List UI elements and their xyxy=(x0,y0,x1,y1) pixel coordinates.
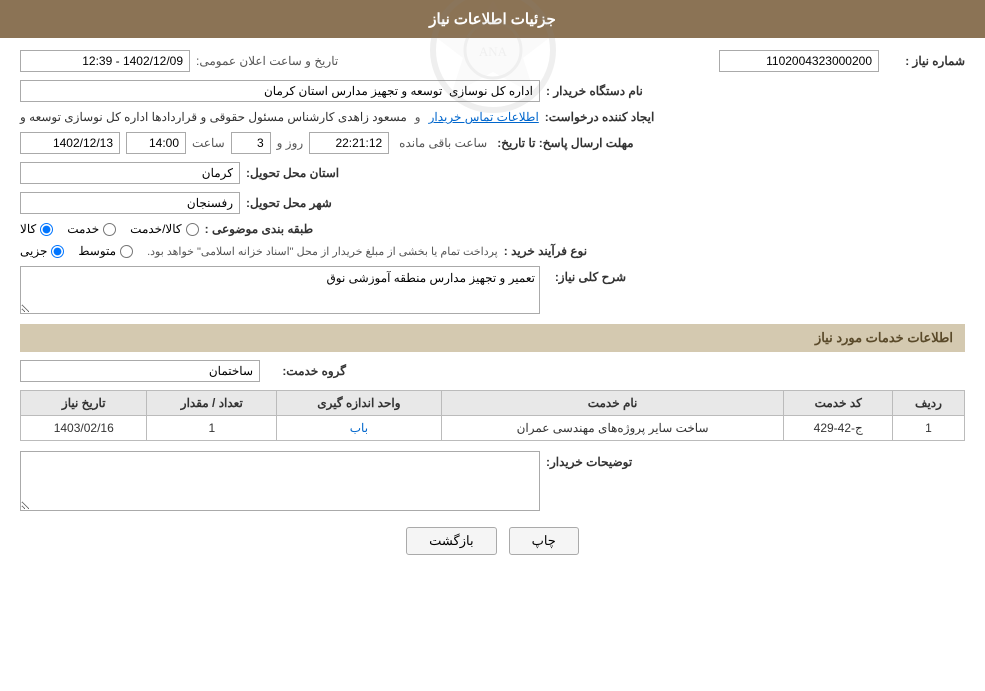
label-rooz: روز و xyxy=(277,136,304,150)
label-group: گروه خدمت: xyxy=(266,364,346,378)
col-tarikh: تاریخ نیاز xyxy=(21,391,147,416)
mohlet-mande-input[interactable] xyxy=(309,132,389,154)
label-tarikh: تاریخ و ساعت اعلان عمومی: xyxy=(196,54,338,68)
sharh-kolli-row: شرح کلی نیاز: تعمیر و تجهیز مدارس منطقه … xyxy=(20,266,965,314)
col-radif: ردیف xyxy=(892,391,964,416)
cell-kod: ج-42-429 xyxy=(784,416,893,441)
tabaqe-radios: کالا/خدمت خدمت کالا xyxy=(20,222,199,236)
cell-tarikh: 1403/02/16 xyxy=(21,416,147,441)
shahr-row: شهر محل تحویل: xyxy=(20,192,965,214)
chap-button[interactable]: چاپ xyxy=(509,527,579,555)
cell-radif: 1 xyxy=(892,416,964,441)
content-area: ANA شماره نیاز : تاریخ و ساعت اعلان عموم… xyxy=(0,38,985,579)
khadamat-table: ردیف کد خدمت نام خدمت واحد اندازه گیری ت… xyxy=(20,390,965,441)
mohlet-date-input[interactable] xyxy=(20,132,120,154)
label-towzih: توضیحات خریدار: xyxy=(546,451,632,469)
label-shahr: شهر محل تحویل: xyxy=(246,196,332,210)
shmare-row: شماره نیاز : تاریخ و ساعت اعلان عمومی: xyxy=(20,50,965,72)
radio-jozi[interactable]: جزیی xyxy=(20,244,64,258)
label-name-dastgah: نام دستگاه خریدار : xyxy=(546,84,643,98)
col-vahed: واحد اندازه گیری xyxy=(277,391,441,416)
mohlet-row: مهلت ارسال پاسخ: تا تاریخ: ساعت باقی مان… xyxy=(20,132,965,154)
link-etelaatتماس[interactable]: اطلاعات تماس خریدار xyxy=(429,110,539,124)
group-khadamat-row: گروه خدمت: xyxy=(20,360,965,382)
bazgasht-button[interactable]: بازگشت xyxy=(406,527,496,555)
label-tabaqe: طبقه بندی موضوعی : xyxy=(205,222,314,236)
label-shmare: شماره نیاز : xyxy=(885,54,965,68)
label-mohlet: مهلت ارسال پاسخ: تا تاریخ: xyxy=(497,136,633,150)
col-tedad: تعداد / مقدار xyxy=(147,391,277,416)
header-title: جزئیات اطلاعات نیاز xyxy=(429,11,556,28)
section-khadamat: اطلاعات خدمات مورد نیاز xyxy=(20,324,965,352)
footer-buttons: چاپ بازگشت xyxy=(20,527,965,555)
label-saat: ساعت xyxy=(192,136,225,150)
cell-tedad: 1 xyxy=(147,416,277,441)
label-noe: نوع فرآیند خرید : xyxy=(504,244,587,258)
col-name: نام خدمت xyxy=(441,391,784,416)
table-row: 1 ج-42-429 ساخت سایر پروژه‌های مهندسی عم… xyxy=(21,416,965,441)
group-input[interactable] xyxy=(20,360,260,382)
name-dastgah-input[interactable] xyxy=(20,80,540,102)
radio-motovaset[interactable]: متوسط xyxy=(78,244,133,258)
label-ostan: استان محل تحویل: xyxy=(246,166,339,180)
cell-vahed: باب xyxy=(277,416,441,441)
radio-kala[interactable]: کالا xyxy=(20,222,53,236)
noe-row: نوع فرآیند خرید : پرداخت تمام یا بخشی از… xyxy=(20,244,965,258)
ijad-konande-row: ایجاد کننده درخواست: اطلاعات تماس خریدار… xyxy=(20,110,965,124)
tabaqe-row: طبقه بندی موضوعی : کالا/خدمت خدمت کالا xyxy=(20,222,965,236)
label-ijad: ایجاد کننده درخواست: xyxy=(545,110,655,124)
ijad-text: مسعود زاهدی کارشناس مسئول حقوقی و قراردا… xyxy=(20,110,407,124)
shahr-input[interactable] xyxy=(20,192,240,214)
mohlet-mande-label: ساعت باقی مانده xyxy=(399,136,487,150)
radio-khadamat[interactable]: خدمت xyxy=(67,222,116,236)
tarikh-input[interactable] xyxy=(20,50,190,72)
towzih-row: توضیحات خریدار: xyxy=(20,451,965,511)
label-sharh: شرح کلی نیاز: xyxy=(546,266,626,284)
col-kod: کد خدمت xyxy=(784,391,893,416)
ostan-input[interactable] xyxy=(20,162,240,184)
noe-desc: پرداخت تمام یا بخشی از مبلغ خریدار از مح… xyxy=(147,245,498,258)
mohlet-rooz-input[interactable] xyxy=(231,132,271,154)
sharh-textarea[interactable]: تعمیر و تجهیز مدارس منطقه آموزشی نوق xyxy=(20,266,540,314)
page-wrapper: جزئیات اطلاعات نیاز ANA شماره نیاز : تار… xyxy=(0,0,985,691)
shmare-input[interactable] xyxy=(719,50,879,72)
khadamat-table-container: ردیف کد خدمت نام خدمت واحد اندازه گیری ت… xyxy=(20,390,965,441)
mohlet-saat-input[interactable] xyxy=(126,132,186,154)
radio-kala-khadamat[interactable]: کالا/خدمت xyxy=(130,222,198,236)
page-header: جزئیات اطلاعات نیاز xyxy=(0,0,985,38)
towzih-textarea[interactable] xyxy=(20,451,540,511)
name-dastgah-row: نام دستگاه خریدار : xyxy=(20,80,965,102)
ostan-row: استان محل تحویل: xyxy=(20,162,965,184)
cell-name: ساخت سایر پروژه‌های مهندسی عمران xyxy=(441,416,784,441)
noe-radios: متوسط جزیی xyxy=(20,244,133,258)
